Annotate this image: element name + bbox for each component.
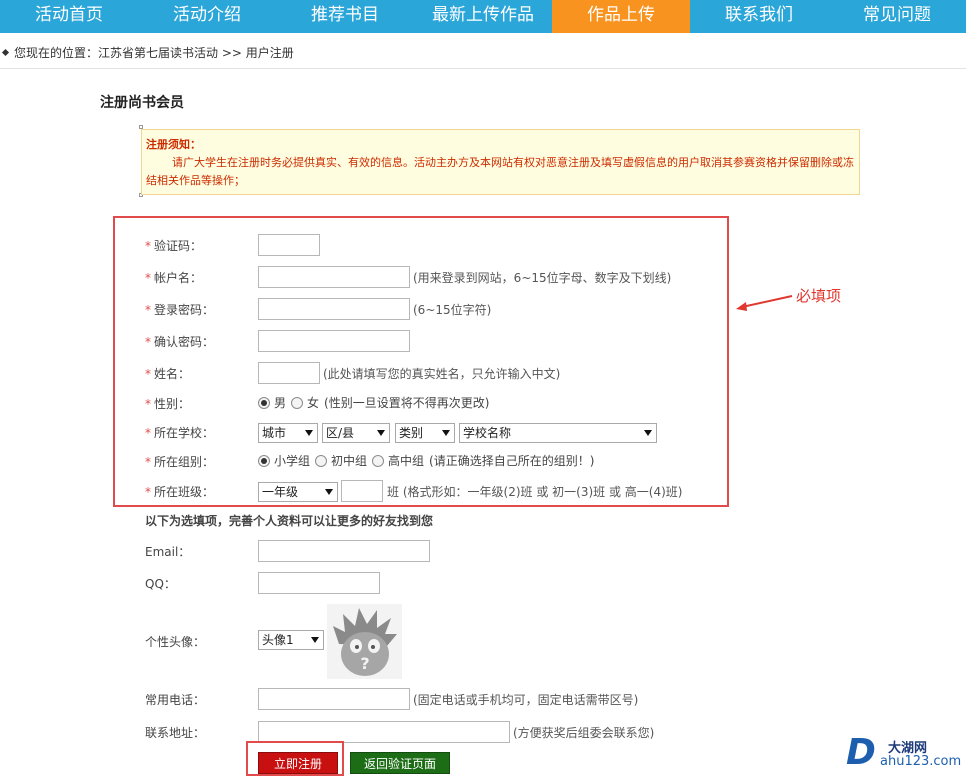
class-label: * 所在班级： — [145, 485, 215, 499]
name-label: * 姓名： — [145, 367, 191, 381]
gender-male-radio[interactable] — [258, 397, 270, 409]
avatar-label: 个性头像： — [145, 635, 206, 649]
register-button[interactable]: 立即注册 — [258, 752, 338, 774]
avatar-select[interactable]: 头像1 — [258, 630, 324, 650]
account-input[interactable] — [258, 266, 410, 288]
phone-hint: (固定电话或手机均可，固定电话需带区号) — [413, 693, 639, 707]
nav-item-2[interactable]: 推荐书目 — [276, 0, 414, 33]
default-avatar-icon: ? — [327, 604, 402, 679]
confirm-password-label: * 确认密码： — [145, 335, 215, 349]
phone-input[interactable] — [258, 688, 410, 710]
class-hint: 班 (格式形如：一年级(2)班 或 初一(3)班 或 高一(4)班) — [387, 482, 682, 502]
page-title: 注册尚书会员 — [100, 95, 184, 111]
grade-select[interactable]: 一年级 — [258, 482, 338, 502]
chevron-down-icon — [325, 489, 333, 495]
password-label: * 登录密码： — [145, 303, 215, 317]
group-primary-radio[interactable] — [258, 455, 270, 467]
school-label: * 所在学校： — [145, 426, 215, 440]
phone-label: 常用电话： — [145, 693, 206, 707]
confirm-password-input[interactable] — [258, 330, 410, 352]
registration-notice: 注册须知： 请广大学生在注册时务必提供真实、有效的信息。活动主办方及本网站有权对… — [141, 129, 860, 195]
group-senior-radio[interactable] — [372, 455, 385, 467]
school-name-select[interactable]: 学校名称 — [459, 423, 657, 443]
account-label: * 帐户名： — [145, 271, 203, 285]
chevron-down-icon — [377, 430, 385, 436]
nav-item-5[interactable]: 联系我们 — [690, 0, 828, 33]
nav-item-4[interactable]: 作品上传 — [552, 0, 690, 33]
notice-body: 请广大学生在注册时务必提供真实、有效的信息。活动主办方及本网站有权对恶意注册及填… — [146, 156, 854, 187]
password-input[interactable] — [258, 298, 410, 320]
breadcrumb-current: 用户注册 — [245, 46, 294, 60]
gender-label: * 性别： — [145, 397, 191, 411]
breadcrumb-parent-link[interactable]: 江苏省第七届读书活动 — [98, 46, 218, 60]
gender-female-label: 女 — [307, 396, 320, 410]
category-select[interactable]: 类别 — [395, 423, 455, 443]
captcha-input[interactable] — [258, 234, 320, 256]
group-hint: (请正确选择自己所在的组别！) — [429, 454, 595, 468]
top-nav: 活动首页 活动介绍 推荐书目 最新上传作品 作品上传 联系我们 常见问题 — [0, 0, 966, 33]
breadcrumb-divider — [0, 68, 966, 69]
chevron-down-icon — [644, 430, 652, 436]
group-junior-label: 初中组 — [331, 454, 368, 468]
group-junior-radio[interactable] — [315, 455, 328, 467]
back-to-verify-button[interactable]: 返回验证页面 — [350, 752, 450, 774]
nav-item-1[interactable]: 活动介绍 — [138, 0, 276, 33]
address-hint: (方便获奖后组委会联系您) — [513, 726, 655, 740]
gender-female-radio[interactable] — [291, 397, 304, 409]
captcha-label: * 验证码： — [145, 239, 203, 253]
site-watermark-logo: D 大湖网 ahu123.com — [846, 734, 962, 772]
annotation-label: 必填项 — [796, 287, 842, 305]
nav-item-0[interactable]: 活动首页 — [0, 0, 138, 33]
qq-input[interactable] — [258, 572, 380, 594]
group-label: * 所在组别： — [145, 455, 215, 469]
breadcrumb: 您现在的位置：江苏省第七届读书活动 >> 用户注册 — [0, 44, 294, 64]
qq-label: QQ： — [145, 577, 176, 591]
breadcrumb-bullet-icon — [1, 48, 10, 57]
address-input[interactable] — [258, 721, 510, 743]
address-label: 联系地址： — [145, 726, 206, 740]
city-select[interactable]: 城市 — [258, 423, 318, 443]
gender-options: 男 女 (性别一旦设置将不得再次更改) — [258, 393, 489, 413]
svg-text:?: ? — [360, 654, 369, 673]
chevron-down-icon — [442, 430, 450, 436]
nav-item-3[interactable]: 最新上传作品 — [414, 0, 552, 33]
gender-male-label: 男 — [274, 396, 287, 410]
class-format-hint: (格式形如：一年级(2)班 或 初一(3)班 或 高一(4)班) — [402, 485, 683, 499]
chevron-down-icon — [311, 637, 319, 643]
watermark-d-icon: D — [846, 732, 876, 773]
watermark-url: ahu123.com — [880, 754, 962, 769]
optional-section-title: 以下为选填项，完善个人资料可以让更多的好友找到您 — [145, 514, 434, 528]
group-primary-label: 小学组 — [274, 454, 311, 468]
name-hint: (此处请填写您的真实姓名，只允许输入中文) — [323, 367, 561, 381]
breadcrumb-separator: >> — [218, 46, 246, 60]
name-input[interactable] — [258, 362, 320, 384]
class-unit: 班 — [387, 485, 400, 499]
nav-item-6[interactable]: 常见问题 — [828, 0, 966, 33]
account-hint: (用来登录到网站，6~15位字母、数字及下划线) — [413, 271, 672, 285]
group-options: 小学组 初中组 高中组 (请正确选择自己所在的组别！) — [258, 451, 594, 471]
password-hint: (6~15位字符) — [413, 303, 492, 317]
district-select[interactable]: 区/县 — [322, 423, 390, 443]
group-senior-label: 高中组 — [388, 454, 425, 468]
class-number-input[interactable] — [341, 480, 383, 502]
annotation-arrow-icon — [736, 295, 793, 311]
notice-title: 注册须知： — [146, 138, 201, 151]
chevron-down-icon — [305, 430, 313, 436]
email-input[interactable] — [258, 540, 430, 562]
email-label: Email： — [145, 545, 191, 559]
breadcrumb-prefix: 您现在的位置： — [14, 46, 99, 60]
gender-hint: (性别一旦设置将不得再次更改) — [324, 396, 490, 410]
